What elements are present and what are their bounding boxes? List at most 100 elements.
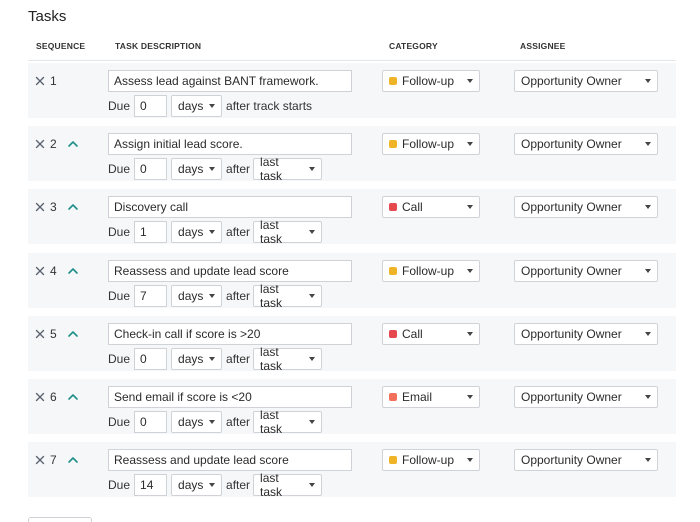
due-line: Due 14 days after last task: [108, 471, 323, 499]
task-description-input[interactable]: Discovery call: [108, 196, 352, 218]
category-value: Follow-up: [402, 74, 455, 88]
relative-to-value: last task: [260, 218, 283, 246]
task-description-input[interactable]: Send email if score is <20: [108, 386, 352, 408]
sequence-cell: 3: [34, 199, 79, 215]
due-line: Due 0 days after track starts: [108, 95, 315, 117]
relative-to-value: last task: [260, 408, 283, 436]
chevron-down-icon: [209, 294, 216, 298]
due-unit-value: days: [178, 162, 204, 176]
category-value: Call: [402, 327, 423, 341]
due-days-input[interactable]: 14: [134, 474, 168, 496]
due-label: Due: [108, 99, 131, 113]
due-days-input[interactable]: 0: [134, 95, 168, 117]
due-days-input[interactable]: 0: [134, 411, 168, 433]
due-unit-select[interactable]: days: [171, 285, 223, 307]
assignee-value: Opportunity Owner: [521, 137, 622, 151]
category-color-swatch: [389, 267, 397, 275]
due-days-input[interactable]: 1: [134, 221, 168, 243]
category-select[interactable]: Follow-up: [382, 133, 480, 155]
due-line: Due 0 days after last task: [108, 345, 323, 373]
due-unit-select[interactable]: days: [171, 95, 223, 117]
relative-to-select[interactable]: last task: [253, 155, 323, 183]
assignee-select[interactable]: Opportunity Owner: [514, 260, 658, 282]
category-color-swatch: [389, 456, 397, 464]
remove-task-icon[interactable]: [34, 454, 46, 466]
remove-task-icon[interactable]: [34, 265, 46, 277]
due-label: Due: [108, 289, 131, 303]
due-unit-select[interactable]: days: [171, 221, 223, 243]
category-select[interactable]: Call: [382, 323, 480, 345]
move-up-icon[interactable]: [67, 391, 79, 403]
category-value: Call: [402, 200, 423, 214]
task-description-input[interactable]: Reassess and update lead score: [108, 449, 352, 471]
due-days-input[interactable]: 0: [134, 348, 168, 370]
due-line: Due 1 days after last task: [108, 218, 323, 246]
sequence-number: 2: [50, 137, 57, 151]
task-row: 5 Check-in call if score is >20 Due 0 da…: [28, 316, 676, 373]
category-color-swatch: [389, 140, 397, 148]
sequence-number: 6: [50, 390, 57, 404]
relative-to-select[interactable]: last task: [253, 471, 323, 499]
due-unit-value: days: [178, 415, 204, 429]
add-task-button[interactable]: [28, 517, 92, 522]
sequence-number: 4: [50, 264, 57, 278]
category-select[interactable]: Follow-up: [382, 70, 480, 92]
task-description-input[interactable]: Reassess and update lead score: [108, 260, 352, 282]
due-unit-select[interactable]: days: [171, 158, 223, 180]
move-up-icon[interactable]: [67, 265, 79, 277]
remove-task-icon[interactable]: [34, 201, 46, 213]
assignee-select[interactable]: Opportunity Owner: [514, 70, 658, 92]
chevron-down-icon: [645, 458, 651, 462]
category-select[interactable]: Follow-up: [382, 449, 480, 471]
remove-task-icon[interactable]: [34, 391, 46, 403]
move-up-icon[interactable]: [67, 201, 79, 213]
sequence-cell: 5: [34, 326, 79, 342]
move-up-icon[interactable]: [67, 454, 79, 466]
category-color-swatch: [389, 77, 397, 85]
move-up-icon[interactable]: [67, 138, 79, 150]
relative-to-select[interactable]: last task: [253, 408, 323, 436]
relative-to-value: last task: [260, 282, 283, 310]
chevron-down-icon: [645, 332, 651, 336]
chevron-down-icon: [209, 167, 216, 171]
chevron-down-icon: [209, 420, 216, 424]
after-label: after: [226, 225, 251, 239]
assignee-select[interactable]: Opportunity Owner: [514, 323, 658, 345]
due-unit-value: days: [178, 225, 204, 239]
chevron-down-icon: [209, 230, 216, 234]
chevron-down-icon: [309, 483, 316, 487]
sequence-cell: 7: [34, 452, 79, 468]
remove-task-icon[interactable]: [34, 328, 46, 340]
due-days-input[interactable]: 0: [134, 158, 168, 180]
category-select[interactable]: Follow-up: [382, 260, 480, 282]
due-unit-select[interactable]: days: [171, 474, 223, 496]
assignee-value: Opportunity Owner: [521, 327, 622, 341]
task-description-input[interactable]: Check-in call if score is >20: [108, 323, 352, 345]
header-divider: [28, 60, 676, 61]
assignee-select[interactable]: Opportunity Owner: [514, 196, 658, 218]
task-description-input[interactable]: Assign initial lead score.: [108, 133, 352, 155]
sequence-number: 3: [50, 200, 57, 214]
task-description-input[interactable]: Assess lead against BANT framework.: [108, 70, 352, 92]
chevron-down-icon: [645, 142, 651, 146]
assignee-select[interactable]: Opportunity Owner: [514, 449, 658, 471]
category-color-swatch: [389, 393, 397, 401]
relative-to-select[interactable]: last task: [253, 218, 323, 246]
due-days-input[interactable]: 7: [134, 285, 168, 307]
category-select[interactable]: Call: [382, 196, 480, 218]
task-row: 3 Discovery call Due 1 days after last t…: [28, 189, 676, 246]
column-header-category: CATEGORY: [389, 41, 438, 51]
due-unit-value: days: [178, 99, 204, 113]
due-unit-select[interactable]: days: [171, 411, 223, 433]
chevron-down-icon: [645, 269, 651, 273]
assignee-select[interactable]: Opportunity Owner: [514, 386, 658, 408]
sequence-number: 7: [50, 453, 57, 467]
category-select[interactable]: Email: [382, 386, 480, 408]
move-up-icon[interactable]: [67, 328, 79, 340]
remove-task-icon[interactable]: [34, 75, 46, 87]
relative-to-select[interactable]: last task: [253, 345, 323, 373]
remove-task-icon[interactable]: [34, 138, 46, 150]
due-unit-select[interactable]: days: [171, 348, 223, 370]
relative-to-select[interactable]: last task: [253, 282, 323, 310]
assignee-select[interactable]: Opportunity Owner: [514, 133, 658, 155]
